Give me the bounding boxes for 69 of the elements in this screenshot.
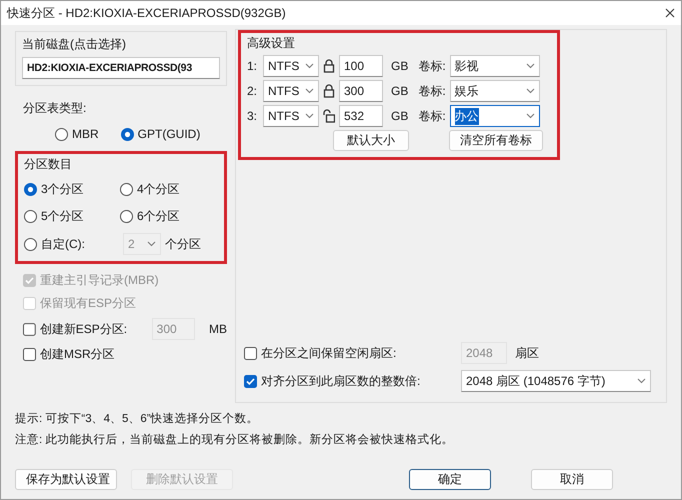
checkbox[interactable] [23, 322, 36, 336]
unit-label: GB [391, 59, 408, 73]
dialog-button[interactable]: 保存为默认设置 [15, 469, 117, 490]
radio-button[interactable] [120, 210, 133, 223]
lock-icon[interactable] [323, 59, 335, 73]
checkbox[interactable] [244, 346, 257, 360]
radio-label[interactable]: MBR [72, 127, 99, 141]
volume-caption: 卷标: [418, 58, 446, 74]
size-field[interactable]: 532 [339, 105, 383, 127]
caret-icon [305, 63, 314, 69]
radio-label[interactable]: 6个分区 [137, 208, 180, 225]
radio-label[interactable]: 3个分区 [41, 181, 84, 198]
caret-icon [526, 113, 535, 119]
radio-button[interactable] [120, 183, 133, 196]
group-label: 当前磁盘(点击选择) [22, 36, 127, 53]
filesystem-dropdown[interactable]: NTFS [263, 105, 319, 127]
radio-button[interactable] [120, 128, 134, 140]
unit-label: 扇区 [515, 344, 539, 362]
caret-icon [305, 88, 314, 94]
checkbox-label[interactable]: 创建MSR分区 [40, 346, 115, 363]
close-icon[interactable] [665, 8, 675, 18]
lock-icon[interactable] [323, 84, 335, 98]
dialog-button[interactable]: 确定 [409, 469, 491, 490]
row-index: 3: [247, 109, 258, 123]
checkbox-label[interactable]: 在分区之间保留空闲扇区: [261, 344, 457, 362]
note-text: 提示: 可按下“3、4、5、6”快速选择分区个数。 [15, 412, 260, 426]
unit-label: GB [391, 84, 408, 98]
disk-field[interactable]: HD2:KIOXIA-EXCERIAPROSSD(93 [22, 57, 220, 79]
radio-button[interactable] [24, 183, 37, 196]
action-button[interactable]: 默认大小 [333, 130, 409, 151]
group-label: 分区数目 [24, 156, 73, 173]
action-button[interactable]: 清空所有卷标 [449, 130, 543, 151]
volume-dropdown[interactable]: 娱乐 [450, 80, 540, 102]
caret-icon [147, 241, 156, 247]
size-field[interactable]: 300 [339, 80, 383, 102]
partition-table-label: 分区表类型: [22, 100, 88, 117]
checkbox[interactable] [244, 374, 257, 388]
radio-label[interactable]: 4个分区 [137, 181, 180, 198]
dialog-button[interactable]: 取消 [531, 469, 613, 490]
radio-label[interactable]: GPT(GUID) [138, 127, 200, 141]
volume-caption: 卷标: [418, 108, 446, 124]
radio-button[interactable] [24, 210, 37, 223]
row-index: 2: [247, 84, 258, 98]
caret-icon [526, 63, 535, 69]
group-label: 高级设置 [247, 35, 296, 52]
unit-label: GB [391, 109, 408, 123]
unit-label: MB [208, 322, 227, 336]
radio-label[interactable]: 自定(C): [41, 236, 119, 252]
filesystem-dropdown[interactable]: NTFS [263, 80, 319, 102]
caret-icon [637, 378, 646, 384]
checkbox-label[interactable]: 对齐分区到此扇区数的整数倍: [261, 372, 457, 390]
caret-icon [305, 113, 314, 119]
unlocked-icon[interactable] [323, 109, 335, 123]
volume-dropdown[interactable]: 办公 [450, 105, 540, 127]
checkbox-label[interactable]: 创建新ESP分区: [40, 320, 148, 338]
row-index: 1: [247, 59, 258, 73]
volume-caption: 卷标: [418, 82, 446, 100]
note-text: 注意: 此功能执行后，当前磁盘上的现有分区将被删除。新分区将会被快速格式化。 [15, 432, 454, 447]
caret-icon [526, 88, 535, 94]
alignment-dropdown[interactable]: 2048 扇区 (1048576 字节) [461, 370, 651, 392]
radio-label[interactable]: 5个分区 [41, 208, 84, 225]
window-title: 快速分区 - HD2:KIOXIA-EXCERIAPROSSD(932GB) [7, 4, 286, 22]
checkbox[interactable] [23, 348, 36, 361]
volume-dropdown[interactable]: 影视 [450, 55, 540, 77]
radio-button[interactable] [24, 238, 37, 250]
count-suffix: 个分区 [165, 236, 201, 252]
radio-button[interactable] [55, 128, 68, 140]
size-field[interactable]: 100 [339, 55, 383, 77]
filesystem-dropdown[interactable]: NTFS [263, 55, 319, 77]
